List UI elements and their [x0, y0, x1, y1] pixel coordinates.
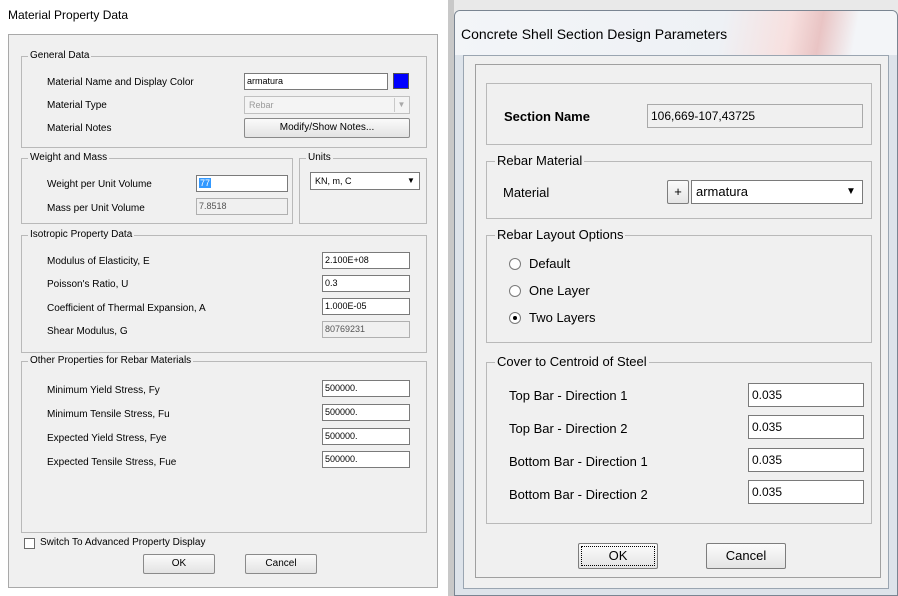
- material-type-value: Rebar: [249, 100, 274, 110]
- chevron-down-icon: ▼: [394, 98, 408, 112]
- material-dialog-body: General Data Material Name and Display C…: [8, 34, 438, 588]
- shell-dialog-titlebar: Concrete Shell Section Design Parameters: [455, 11, 897, 55]
- cancel-button[interactable]: Cancel: [245, 554, 317, 574]
- min-tensile-stress-input[interactable]: 500000.: [322, 404, 410, 421]
- thermal-expansion-input[interactable]: 1.000E-05: [322, 298, 410, 315]
- top-bar-dir2-label: Top Bar - Direction 2: [509, 421, 628, 436]
- shell-design-dialog: Concrete Shell Section Design Parameters…: [454, 10, 898, 596]
- material-type-select[interactable]: Rebar ▼: [244, 96, 410, 114]
- top-bar-dir1-input[interactable]: 0.035: [748, 383, 864, 407]
- min-tensile-stress-label: Minimum Tensile Stress, Fu: [47, 409, 170, 420]
- poisson-ratio-input[interactable]: 0.3: [322, 275, 410, 292]
- bottom-bar-dir2-label: Bottom Bar - Direction 2: [509, 487, 648, 502]
- isotropic-property-group: Isotropic Property Data Modulus of Elast…: [21, 228, 427, 353]
- cover-group: Cover to Centroid of Steel Top Bar - Dir…: [486, 353, 872, 524]
- thermal-expansion-label: Coefficient of Thermal Expansion, A: [47, 303, 206, 314]
- modulus-elasticity-label: Modulus of Elasticity, E: [47, 256, 150, 267]
- bottom-bar-dir2-input[interactable]: 0.035: [748, 480, 864, 504]
- rebar-properties-group: Other Properties for Rebar Materials Min…: [21, 354, 427, 533]
- radio-default[interactable]: [509, 258, 521, 270]
- shell-dialog-title: Concrete Shell Section Design Parameters: [461, 26, 728, 42]
- bottom-bar-dir1-input[interactable]: 0.035: [748, 448, 864, 472]
- modify-show-notes-button[interactable]: Modify/Show Notes...: [244, 118, 410, 138]
- radio-two-layers[interactable]: [509, 312, 521, 324]
- rebar-material-select[interactable]: armatura ▼: [691, 180, 863, 204]
- chevron-down-icon: ▼: [846, 186, 856, 197]
- material-label: Material: [503, 185, 550, 200]
- material-type-label: Material Type: [47, 100, 107, 111]
- radio-two-layers-label: Two Layers: [529, 310, 596, 325]
- rebar-layout-title: Rebar Layout Options: [495, 226, 626, 244]
- isotropic-property-title: Isotropic Property Data: [28, 228, 135, 242]
- rebar-layout-group: Rebar Layout Options Default One Layer T…: [486, 226, 872, 343]
- rebar-material-group: Rebar Material Material + armatura ▼: [486, 152, 872, 219]
- poisson-ratio-label: Poisson's Ratio, U: [47, 279, 129, 290]
- add-material-button[interactable]: +: [667, 180, 689, 204]
- units-select[interactable]: KN, m, C ▼: [310, 172, 420, 190]
- section-name-label: Section Name: [504, 109, 590, 124]
- rebar-properties-title: Other Properties for Rebar Materials: [28, 354, 194, 368]
- chevron-down-icon: ▼: [404, 174, 418, 188]
- min-yield-stress-label: Minimum Yield Stress, Fy: [47, 385, 160, 396]
- shear-modulus-label: Shear Modulus, G: [47, 326, 128, 337]
- shell-dialog-frame: Section Name 106,669-107,43725 Rebar Mat…: [475, 64, 881, 578]
- bottom-bar-dir1-label: Bottom Bar - Direction 1: [509, 454, 648, 469]
- section-name-box: Section Name 106,669-107,43725: [486, 83, 872, 145]
- general-data-title: General Data: [28, 49, 92, 63]
- material-name-label: Material Name and Display Color: [47, 77, 194, 88]
- expected-tensile-stress-label: Expected Tensile Stress, Fue: [47, 457, 177, 468]
- cancel-button[interactable]: Cancel: [706, 543, 786, 569]
- weight-mass-group: Weight and Mass Weight per Unit Volume 7…: [21, 151, 293, 224]
- top-bar-dir2-input[interactable]: 0.035: [748, 415, 864, 439]
- rebar-material-title: Rebar Material: [495, 152, 585, 170]
- units-group: Units KN, m, C ▼: [299, 151, 427, 224]
- units-title: Units: [306, 151, 333, 165]
- expected-tensile-stress-input[interactable]: 500000.: [322, 451, 410, 468]
- rebar-material-value: armatura: [696, 184, 749, 199]
- material-dialog-title: Material Property Data: [0, 0, 448, 32]
- cover-title: Cover to Centroid of Steel: [495, 353, 649, 371]
- material-notes-label: Material Notes: [47, 123, 112, 134]
- display-color-swatch[interactable]: [393, 73, 409, 89]
- expected-yield-stress-input[interactable]: 500000.: [322, 428, 410, 445]
- material-name-input[interactable]: armatura: [244, 73, 388, 90]
- radio-one-layer-label: One Layer: [529, 283, 590, 298]
- advanced-display-checkbox[interactable]: [24, 538, 35, 549]
- ok-button[interactable]: OK: [143, 554, 215, 574]
- mass-per-volume-label: Mass per Unit Volume: [47, 203, 145, 214]
- units-value: KN, m, C: [315, 176, 352, 186]
- weight-mass-title: Weight and Mass: [28, 151, 110, 165]
- shear-modulus-field: 80769231: [322, 321, 410, 338]
- general-data-group: General Data Material Name and Display C…: [21, 49, 427, 148]
- weight-per-volume-input[interactable]: 77: [196, 175, 288, 192]
- expected-yield-stress-label: Expected Yield Stress, Fye: [47, 433, 167, 444]
- modulus-elasticity-input[interactable]: 2.100E+08: [322, 252, 410, 269]
- advanced-display-label: Switch To Advanced Property Display: [40, 537, 206, 548]
- ok-button[interactable]: OK: [578, 543, 658, 569]
- material-property-dialog: Material Property Data General Data Mate…: [0, 0, 448, 596]
- min-yield-stress-input[interactable]: 500000.: [322, 380, 410, 397]
- weight-per-volume-label: Weight per Unit Volume: [47, 179, 152, 190]
- section-name-field: 106,669-107,43725: [647, 104, 863, 128]
- shell-dialog-client: Section Name 106,669-107,43725 Rebar Mat…: [463, 55, 889, 589]
- mass-per-volume-field: 7.8518: [196, 198, 288, 215]
- radio-one-layer[interactable]: [509, 285, 521, 297]
- radio-default-label: Default: [529, 256, 571, 271]
- top-bar-dir1-label: Top Bar - Direction 1: [509, 388, 628, 403]
